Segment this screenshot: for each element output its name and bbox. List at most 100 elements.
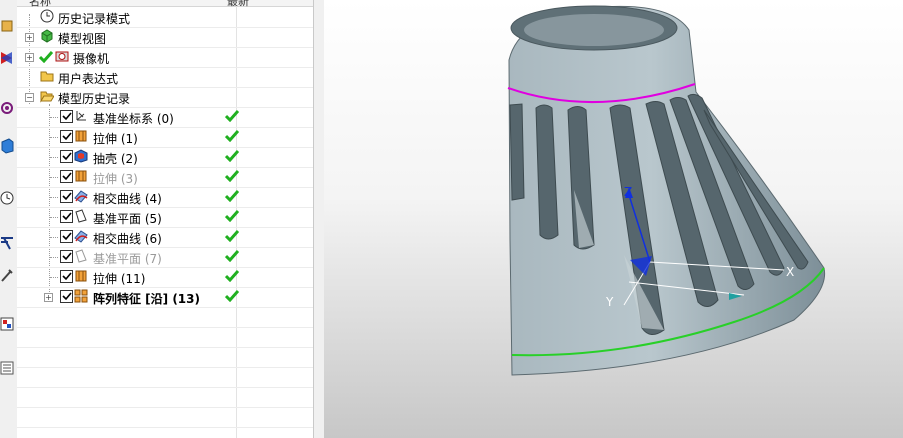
tree-node-intersection-curve-6[interactable]: 相交曲线 (6) (17, 227, 313, 248)
list-icon[interactable] (0, 360, 14, 376)
up-to-date-check-icon (225, 110, 239, 122)
visibility-checkbox[interactable] (60, 290, 73, 303)
visibility-checkbox[interactable] (60, 110, 73, 123)
tree-node-extrude-3[interactable]: 拉伸 (3) (17, 167, 313, 188)
pattern-feature-icon (74, 289, 88, 303)
tree-line (50, 197, 58, 198)
up-to-date-check-icon (225, 290, 239, 302)
visibility-checkbox[interactable] (60, 230, 73, 243)
visibility-checkbox[interactable] (60, 210, 73, 223)
node-label: 拉伸 (1) (93, 132, 138, 146)
tree-node-history-mode[interactable]: 历史记录模式 (17, 7, 313, 28)
tools-icon[interactable] (0, 268, 14, 284)
up-to-date-check-icon (225, 250, 239, 262)
extrude-icon (75, 270, 87, 282)
datum-plane-icon (75, 209, 87, 223)
tree-node-datum-csys[interactable]: 基准坐标系 (0) (17, 107, 313, 128)
tree-node-datum-plane-7[interactable]: 基准平面 (7) (17, 247, 313, 268)
extrude-icon (75, 130, 87, 142)
node-label: 阵列特征 [沿] (13) (93, 292, 200, 306)
up-to-date-check-icon (225, 130, 239, 142)
node-label: 拉伸 (3) (93, 172, 138, 186)
folder-icon (40, 71, 54, 82)
tree-node-shell[interactable]: 抽壳 (2) (17, 147, 313, 168)
tree-node-cameras[interactable]: + 摄像机 (17, 47, 313, 68)
node-label: 相交曲线 (4) (93, 192, 162, 206)
visibility-checkbox[interactable] (60, 190, 73, 203)
tree-node-datum-plane-5[interactable]: 基准平面 (5) (17, 207, 313, 228)
up-to-date-check-icon (225, 170, 239, 182)
node-label: 用户表达式 (58, 72, 119, 86)
empty-row (17, 407, 313, 428)
node-label: 摄像机 (73, 52, 110, 66)
resource-bar (0, 0, 18, 438)
extrude-icon (75, 170, 87, 182)
tree-line (50, 237, 58, 238)
up-to-date-check-icon (225, 270, 239, 282)
z-axis-label: Z (624, 185, 632, 199)
constraint-icon[interactable] (0, 50, 14, 66)
expand-toggle[interactable]: + (25, 53, 34, 62)
tree-line (50, 177, 58, 178)
shell-icon (74, 149, 88, 163)
datum-plane-icon (75, 249, 87, 263)
node-label: 基准坐标系 (0) (93, 112, 174, 126)
node-label: 模型历史记录 (58, 92, 131, 106)
part-navigator: 名称 最新 历史记录模式 + 模型视图 + 摄像机 用户表达式 − 模型历史记录… (17, 0, 313, 438)
assembly-icon[interactable] (0, 18, 14, 34)
tree-node-pattern-feature[interactable]: + 阵列特征 [沿] (13) (17, 287, 313, 308)
tree-node-model-views[interactable]: + 模型视图 (17, 27, 313, 48)
tree-line (50, 137, 58, 138)
clock-history-icon[interactable] (0, 190, 14, 206)
x-axis-label: X (786, 265, 794, 279)
expand-toggle[interactable]: + (25, 33, 34, 42)
navigator-header: 名称 最新 (17, 0, 313, 8)
collapse-toggle[interactable]: − (25, 93, 34, 102)
model-canvas[interactable]: Z Y X (324, 0, 903, 438)
node-label: 模型视图 (58, 32, 107, 46)
empty-row (17, 347, 313, 368)
up-to-date-check-icon (225, 190, 239, 202)
node-label: 基准平面 (7) (93, 252, 162, 266)
node-label: 抽壳 (2) (93, 152, 138, 166)
palette-icon[interactable] (0, 316, 14, 332)
y-axis-label: Y (605, 295, 614, 309)
up-to-date-check-icon (225, 230, 239, 242)
tree-line (50, 257, 58, 258)
tree-line (50, 117, 58, 118)
tree-node-user-expressions[interactable]: 用户表达式 (17, 67, 313, 88)
tree-node-extrude-11[interactable]: 拉伸 (11) (17, 267, 313, 288)
model-view-icon (41, 29, 53, 43)
visibility-checkbox[interactable] (60, 150, 73, 163)
node-label: 基准平面 (5) (93, 212, 162, 226)
inner-surface (524, 14, 664, 46)
clock-icon (40, 9, 54, 23)
empty-row (17, 387, 313, 408)
camera-icon (55, 51, 69, 62)
visibility-checkbox[interactable] (60, 170, 73, 183)
measure-icon[interactable] (0, 235, 14, 251)
up-to-date-check-icon (225, 150, 239, 162)
part-navigator-icon[interactable] (0, 100, 14, 116)
graphics-window[interactable]: Z Y X (324, 0, 903, 438)
empty-row (17, 307, 313, 328)
visibility-checkbox[interactable] (60, 130, 73, 143)
tree-line (50, 157, 58, 158)
tree-node-intersection-curve-4[interactable]: 相交曲线 (4) (17, 187, 313, 208)
tree-node-model-history[interactable]: − 模型历史记录 (17, 87, 313, 108)
empty-row (17, 327, 313, 348)
node-label: 相交曲线 (6) (93, 232, 162, 246)
node-label: 拉伸 (11) (93, 272, 146, 286)
visibility-checkbox[interactable] (60, 250, 73, 263)
up-to-date-check-icon (225, 210, 239, 222)
tree-line (50, 277, 58, 278)
node-label: 历史记录模式 (58, 12, 131, 26)
intersection-curve-icon (74, 230, 88, 243)
visibility-checkbox[interactable] (60, 270, 73, 283)
cube-icon[interactable] (0, 138, 14, 154)
empty-row (17, 367, 313, 388)
expand-toggle[interactable]: + (44, 293, 53, 302)
datum-csys-icon (76, 111, 86, 121)
tree-node-extrude-1[interactable]: 拉伸 (1) (17, 127, 313, 148)
folder-open-icon (40, 91, 54, 103)
